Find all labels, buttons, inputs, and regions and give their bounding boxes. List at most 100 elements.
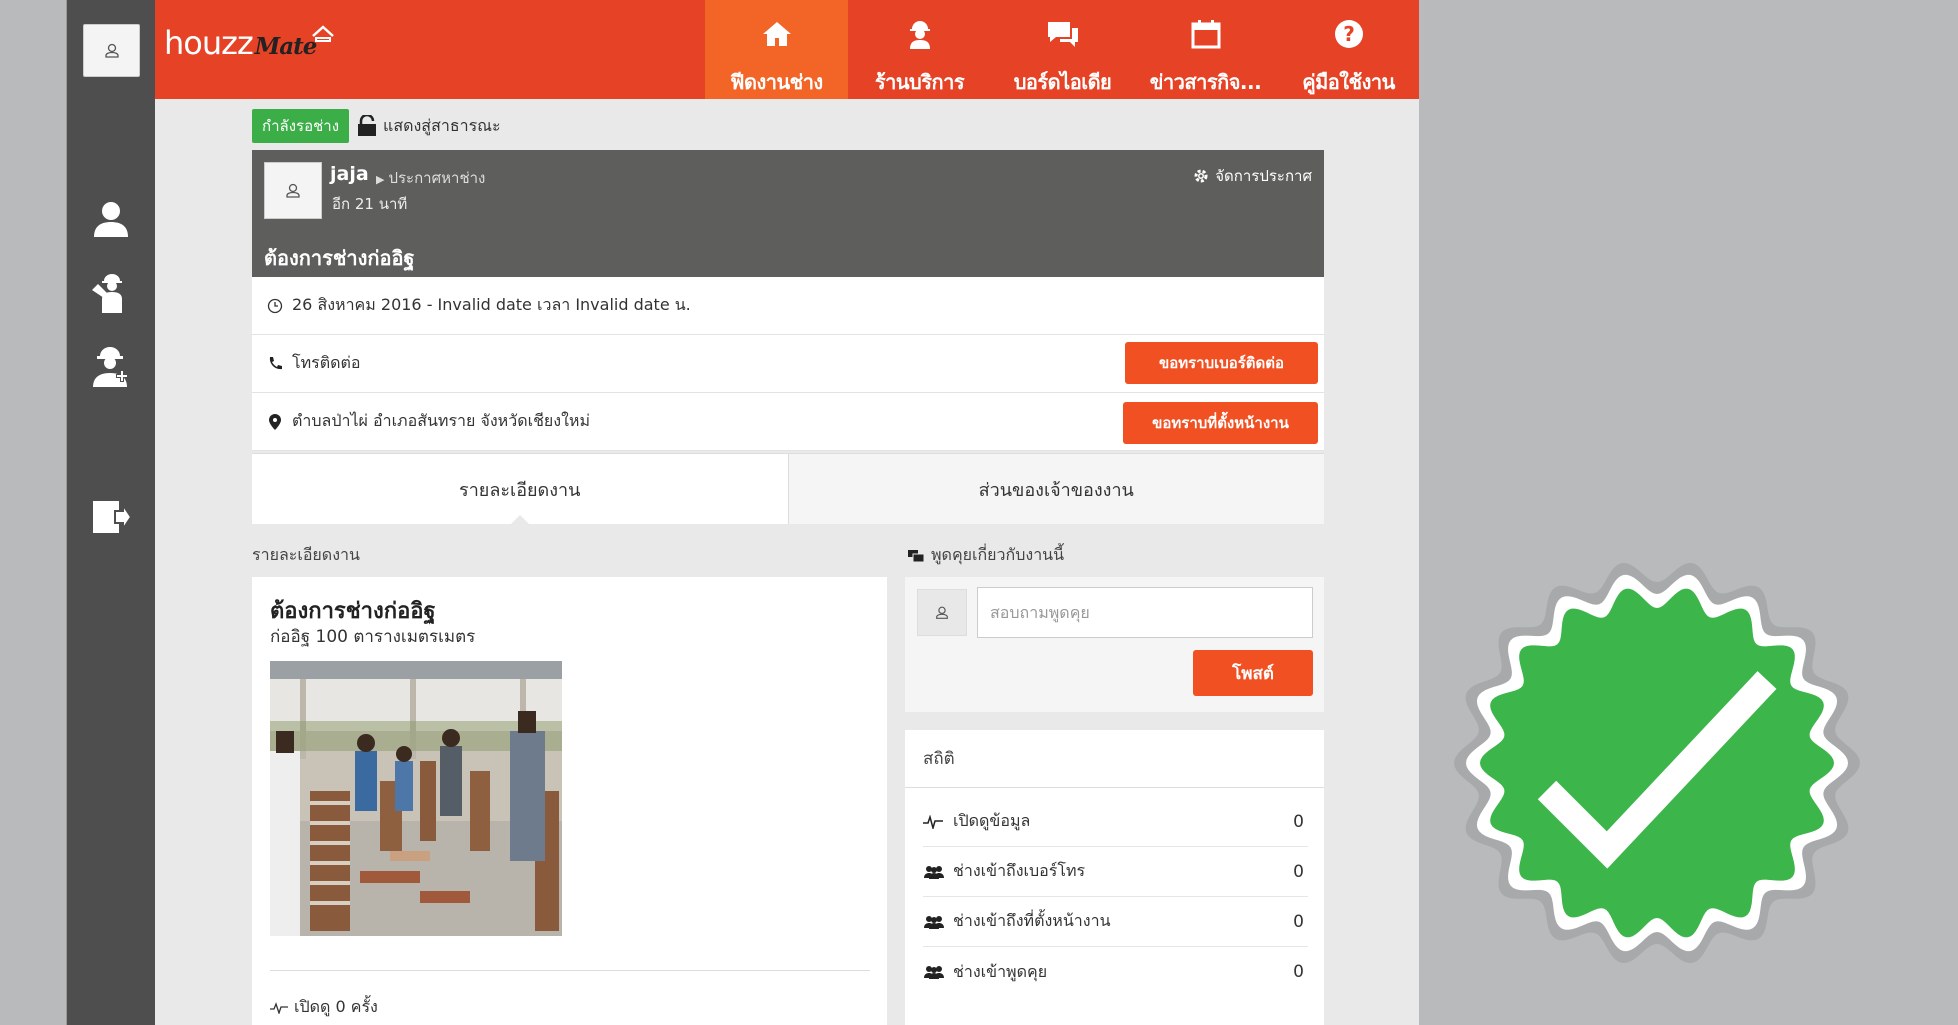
phone-row: โทรติดต่อ ขอทราบเบอร์ติดต่อ <box>252 335 1324 393</box>
nav-service-shops[interactable]: ร้านบริการ <box>848 0 991 99</box>
stat-row: ช่างเข้าถึงที่ตั้งหน้างาน 0 <box>923 897 1308 947</box>
detail-views: เปิดดู 0 ครั้ง <box>270 995 378 1020</box>
visibility-indicator[interactable]: แสดงสู่สาธารณะ <box>357 114 501 139</box>
job-title: ต้องการช่างก่ออิฐ <box>264 246 415 270</box>
unlock-icon <box>358 115 377 136</box>
logo-house-icon <box>312 25 334 42</box>
poster-name[interactable]: jaja <box>330 163 369 185</box>
worker-icon <box>92 274 122 313</box>
poster-avatar[interactable] <box>264 162 322 219</box>
map-pin-icon <box>269 413 281 430</box>
chat-section-label: พูดคุยเกี่ยวกับงานนี้ <box>907 543 1064 568</box>
stat-value: 0 <box>1293 811 1304 832</box>
user-placeholder-icon <box>286 183 300 198</box>
poster-role: ▶ ประกาศหาช่าง <box>376 166 485 190</box>
nav-label: ฟีดงานช่าง <box>730 70 823 94</box>
pulse-icon <box>270 1001 288 1014</box>
manage-post-label: จัดการประกาศ <box>1215 167 1312 185</box>
manage-post-link[interactable]: จัดการประกาศ <box>1193 164 1312 188</box>
calendar-icon <box>1191 20 1220 49</box>
status-badge: กำลังรอช่าง <box>252 109 350 143</box>
stat-label: ช่างเข้าถึงเบอร์โทร <box>953 861 1086 880</box>
app-window: houzzMate ฟีดงานช่าง ร้านบริการ บอร์ดไอเ… <box>66 0 1419 1025</box>
user-placeholder-icon <box>936 606 948 619</box>
nav-label: คู่มือใช้งาน <box>1302 70 1395 94</box>
job-date: 26 สิงหาคม 2016 - Invalid date เวลา Inva… <box>292 295 691 314</box>
builder-icon <box>93 347 128 387</box>
stat-row: ช่างเข้าพูดคุย 0 <box>923 947 1308 997</box>
sidebar-builder[interactable] <box>89 345 133 389</box>
chat-section-text: พูดคุยเกี่ยวกับงานนี้ <box>931 545 1065 564</box>
caret-right-icon: ▶ <box>376 173 385 186</box>
post-button[interactable]: โพสต์ <box>1193 650 1313 696</box>
stat-label: ช่างเข้าพูดคุย <box>953 961 1048 981</box>
nav-idea-board[interactable]: บอร์ดไอเดีย <box>991 0 1134 99</box>
views-count: เปิดดู 0 ครั้ง <box>294 997 378 1016</box>
phone-label: โทรติดต่อ <box>292 353 361 372</box>
location-row: ตำบลป่าไผ่ อำเภอสันทราย จังหวัดเชียงใหม่… <box>252 393 1324 451</box>
stat-value: 0 <box>1293 911 1304 932</box>
comments-icon <box>908 549 925 562</box>
nav-label: ร้านบริการ <box>874 70 965 94</box>
job-detail-card: ต้องการช่างก่ออิฐ ก่ออิฐ 100 ตารางเมตรเม… <box>252 577 887 1025</box>
sidebar-profile[interactable] <box>89 197 133 241</box>
chat-input[interactable] <box>977 587 1313 638</box>
job-location: ตำบลป่าไผ่ อำเภอสันทราย จังหวัดเชียงใหม่ <box>292 411 591 430</box>
stat-row: เปิดดูข้อมูล 0 <box>923 797 1308 847</box>
bricklaying-photo <box>270 661 562 936</box>
job-photo[interactable] <box>270 661 562 936</box>
detail-divider <box>270 970 870 971</box>
users-icon <box>924 865 944 879</box>
left-sidebar <box>67 99 155 1025</box>
svg-text:?: ? <box>1343 22 1355 46</box>
pulse-icon <box>923 814 943 829</box>
chat-card: โพสต์ <box>905 577 1324 712</box>
user-avatar-button[interactable] <box>83 24 140 77</box>
users-icon <box>924 915 944 929</box>
date-row: 26 สิงหาคม 2016 - Invalid date เวลา Inva… <box>252 277 1324 335</box>
sidebar-workers[interactable] <box>89 271 133 315</box>
sidebar-logout[interactable] <box>89 495 133 539</box>
verified-badge-icon <box>1454 563 1860 963</box>
chat-icon <box>1047 22 1078 47</box>
top-bar: houzzMate ฟีดงานช่าง ร้านบริการ บอร์ดไอเ… <box>67 0 1419 99</box>
home-icon <box>762 22 791 46</box>
nav-job-feed[interactable]: ฟีดงานช่าง <box>705 0 848 99</box>
stat-row: ช่างเข้าถึงเบอร์โทร 0 <box>923 847 1308 897</box>
stats-card: สถิติ เปิดดูข้อมูล 0 ช่างเข้าถึงเบอร์โทร… <box>905 730 1324 1025</box>
detail-section-label: รายละเอียดงาน <box>252 545 360 564</box>
content-tabs: รายละเอียดงาน ส่วนของเจ้าของงาน <box>252 453 1325 525</box>
gear-icon <box>1194 169 1208 183</box>
stat-label: ช่างเข้าถึงที่ตั้งหน้างาน <box>953 911 1111 930</box>
request-location-button[interactable]: ขอทราบที่ตั้งหน้างาน <box>1123 402 1318 444</box>
logout-icon <box>93 501 131 533</box>
tab-owner-section[interactable]: ส่วนของเจ้าของงาน <box>789 454 1325 524</box>
stat-value: 0 <box>1293 962 1304 982</box>
stats-title: สถิติ <box>905 730 1324 788</box>
nav-label: ข่าวสารกิจ... <box>1149 70 1262 94</box>
chat-avatar <box>917 589 967 636</box>
user-placeholder-icon <box>104 43 119 58</box>
status-line: กำลังรอช่าง แสดงสู่สาธารณะ <box>252 109 501 143</box>
nav-user-guide[interactable]: ? คู่มือใช้งาน <box>1277 0 1419 99</box>
request-phone-button[interactable]: ขอทราบเบอร์ติดต่อ <box>1125 342 1318 384</box>
help-icon: ? <box>1334 20 1363 48</box>
top-avatar-area <box>67 0 155 99</box>
tab-job-details[interactable]: รายละเอียดงาน <box>252 454 789 525</box>
brand-logo[interactable]: houzzMate <box>164 24 317 62</box>
visibility-label: แสดงสู่สาธารณะ <box>383 115 501 135</box>
time-left: อีก 21 นาที <box>332 195 408 213</box>
profile-icon <box>94 202 128 237</box>
detail-subtitle: ก่ออิฐ 100 ตารางเมตรเมตร <box>270 627 476 647</box>
stat-value: 0 <box>1293 861 1304 882</box>
phone-icon <box>269 356 282 369</box>
nav-news[interactable]: ข่าวสารกิจ... <box>1134 0 1277 99</box>
worker-icon <box>909 21 930 49</box>
nav-label: บอร์ดไอเดีย <box>1013 70 1112 94</box>
job-header: jaja ▶ ประกาศหาช่าง อีก 21 นาที จัดการประ… <box>252 150 1324 277</box>
users-icon <box>924 966 944 979</box>
brand-name: houzz <box>164 24 254 62</box>
stat-label: เปิดดูข้อมูล <box>953 811 1031 830</box>
clock-icon <box>267 298 283 313</box>
main-nav: ฟีดงานช่าง ร้านบริการ บอร์ดไอเดีย ข่าวสา… <box>705 0 1419 99</box>
